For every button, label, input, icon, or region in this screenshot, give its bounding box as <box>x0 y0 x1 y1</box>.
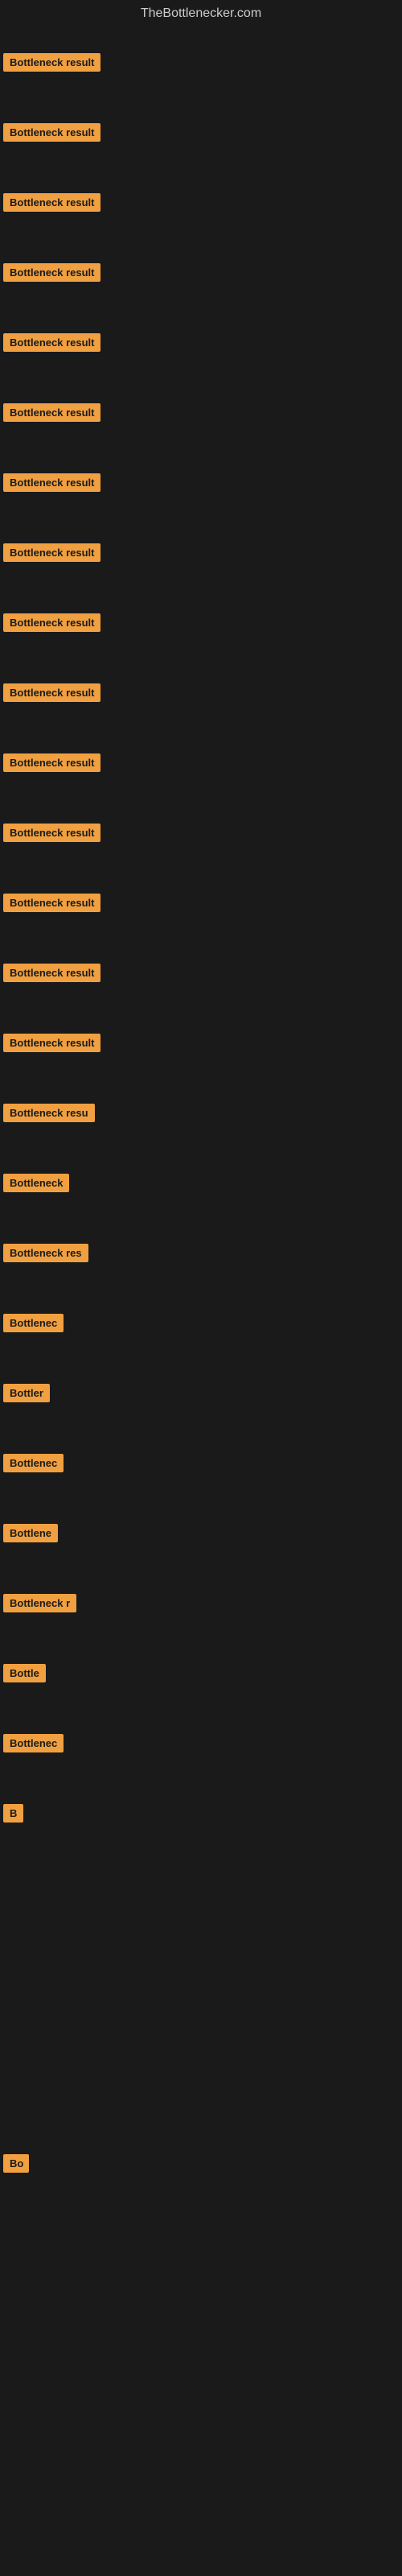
site-title: TheBottlenecker.com <box>0 0 402 27</box>
bottleneck-result-badge: Bottleneck result <box>3 894 100 912</box>
empty-row <box>0 2058 402 2128</box>
list-item: Bottleneck result <box>0 938 402 1008</box>
empty-row <box>0 2409 402 2479</box>
list-item: Bottleneck result <box>0 1008 402 1078</box>
list-item: Bottle <box>0 1638 402 1708</box>
list-item: Bottleneck result <box>0 448 402 518</box>
list-item: Bottleneck result <box>0 378 402 448</box>
bottleneck-result-badge: Bottlenec <box>3 1454 64 1472</box>
list-item: Bottleneck result <box>0 97 402 167</box>
bottleneck-result-badge: Bottleneck res <box>3 1244 88 1262</box>
bottleneck-result-badge: Bottleneck result <box>3 193 100 212</box>
list-item: Bottleneck result <box>0 308 402 378</box>
bottleneck-result-badge: Bottleneck result <box>3 543 100 562</box>
empty-row <box>0 1988 402 2058</box>
list-item: Bottleneck result <box>0 237 402 308</box>
empty-row <box>0 2339 402 2409</box>
list-item: Bottleneck <box>0 1148 402 1218</box>
list-item: Bottleneck res <box>0 1218 402 1288</box>
bottleneck-result-badge: Bottlenec <box>3 1734 64 1752</box>
bottleneck-result-badge: Bottler <box>3 1384 50 1402</box>
list-item: Bo <box>0 2128 402 2198</box>
bottleneck-result-badge: Bottleneck result <box>3 403 100 422</box>
bottleneck-result-badge: Bottleneck result <box>3 263 100 282</box>
empty-row <box>0 1918 402 1988</box>
list-item: Bottler <box>0 1358 402 1428</box>
bottleneck-result-badge: Bottleneck result <box>3 473 100 492</box>
bottleneck-result-badge: Bottleneck result <box>3 964 100 982</box>
list-item: Bottleneck result <box>0 588 402 658</box>
list-item: Bottleneck result <box>0 868 402 938</box>
empty-row <box>0 1848 402 1918</box>
bottleneck-result-badge: Bottle <box>3 1664 46 1682</box>
bottleneck-result-badge: Bottleneck r <box>3 1594 76 1612</box>
list-item: Bottleneck r <box>0 1568 402 1638</box>
list-item: Bottleneck result <box>0 167 402 237</box>
bottleneck-result-badge: Bottlenec <box>3 1314 64 1332</box>
bottleneck-result-badge: Bo <box>3 2154 29 2173</box>
empty-row <box>0 2198 402 2268</box>
list-item: Bottleneck result <box>0 518 402 588</box>
list-item: Bottleneck result <box>0 27 402 97</box>
list-item: Bottlenec <box>0 1288 402 1358</box>
empty-row <box>0 2268 402 2339</box>
bottleneck-result-badge: Bottleneck result <box>3 333 100 352</box>
bottleneck-result-badge: B <box>3 1804 23 1823</box>
bottleneck-result-badge: Bottleneck result <box>3 123 100 142</box>
list-item: Bottlenec <box>0 1708 402 1778</box>
bottleneck-result-badge: Bottleneck resu <box>3 1104 95 1122</box>
list-item: Bottleneck result <box>0 658 402 728</box>
bottleneck-result-badge: Bottleneck <box>3 1174 69 1192</box>
list-item: Bottleneck result <box>0 728 402 798</box>
bottleneck-result-badge: Bottleneck result <box>3 753 100 772</box>
bottleneck-result-badge: Bottleneck result <box>3 613 100 632</box>
list-item: B <box>0 1778 402 1848</box>
bottleneck-result-badge: Bottleneck result <box>3 1034 100 1052</box>
list-item: Bottlenec <box>0 1428 402 1498</box>
bottleneck-result-badge: Bottleneck result <box>3 53 100 72</box>
bottleneck-result-badge: Bottleneck result <box>3 683 100 702</box>
bottleneck-result-badge: Bottleneck result <box>3 824 100 842</box>
list-item: Bottlene <box>0 1498 402 1568</box>
list-item: Bottleneck resu <box>0 1078 402 1148</box>
list-item: Bottleneck result <box>0 798 402 868</box>
bottleneck-result-badge: Bottlene <box>3 1524 58 1542</box>
